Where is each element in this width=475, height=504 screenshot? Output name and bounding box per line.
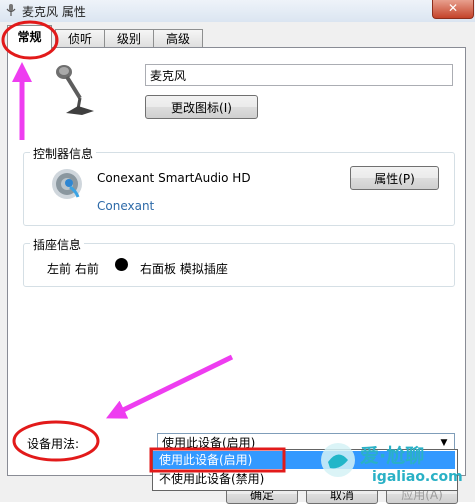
- controller-properties-button[interactable]: 属性(P): [350, 166, 439, 190]
- logo-icon: [321, 443, 355, 477]
- tab-levels[interactable]: 级别: [104, 29, 154, 49]
- watermark-url: igaliao.com: [372, 469, 463, 485]
- jack-color-indicator: [115, 258, 128, 271]
- controller-vendor: Conexant: [97, 199, 155, 213]
- watermark-brand: 爱·尬聊: [360, 445, 425, 467]
- jack-channels: 左前 右前: [47, 262, 99, 276]
- microphone-icon: [56, 65, 94, 115]
- microphone-icon: [6, 4, 16, 16]
- device-name-field[interactable]: [145, 64, 453, 86]
- tab-general[interactable]: 常规: [7, 25, 52, 50]
- jack-group-title: 插座信息: [30, 236, 85, 253]
- close-button[interactable]: ✕: [432, 0, 474, 19]
- tab-listen[interactable]: 侦听: [55, 29, 105, 49]
- controller-name: Conexant SmartAudio HD: [97, 171, 251, 185]
- jack-location: 右面板 模拟插座: [140, 262, 228, 276]
- controller-group-title: 控制器信息: [30, 145, 97, 162]
- speaker-sound-icon: [52, 169, 82, 199]
- device-usage-selected: 使用此设备(启用): [162, 436, 256, 450]
- device-usage-label: 设备用法:: [27, 437, 80, 451]
- window-title: 麦克风 属性: [22, 5, 86, 19]
- change-icon-button[interactable]: 更改图标(I): [145, 95, 258, 119]
- title-bar: 麦克风 属性 ✕: [0, 0, 475, 23]
- chevron-down-icon: ▼: [440, 438, 448, 448]
- tab-advanced[interactable]: 高级: [153, 29, 203, 49]
